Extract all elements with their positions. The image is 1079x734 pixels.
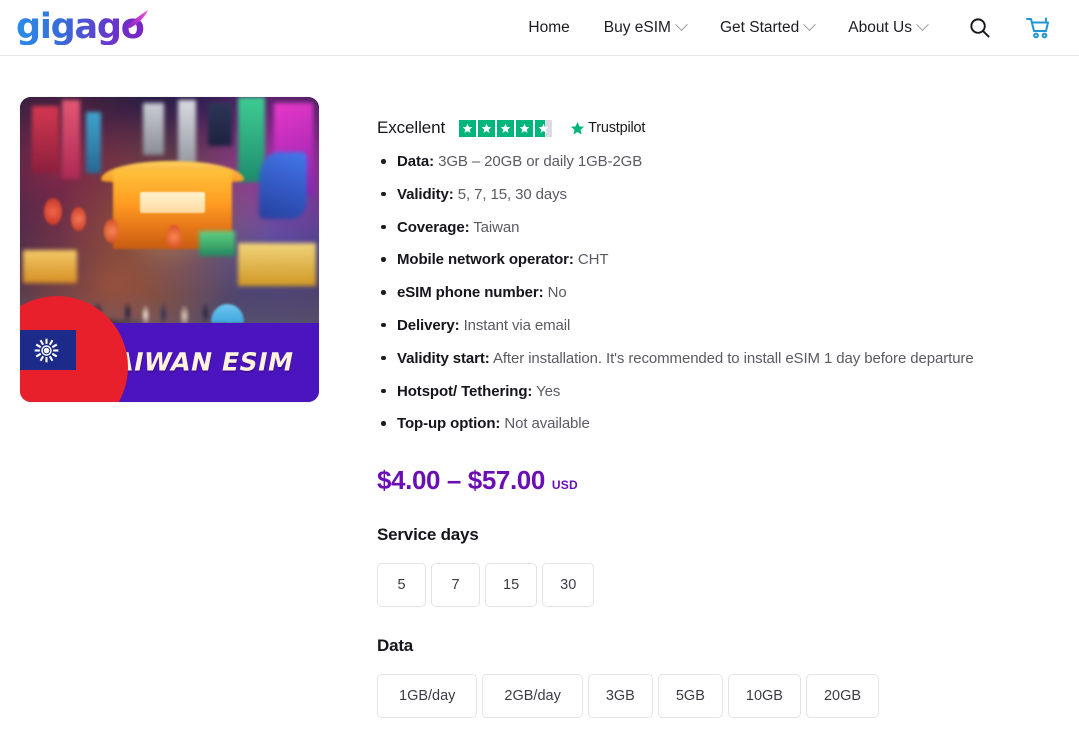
street-sign [85, 112, 101, 174]
product-image[interactable]: TAIWAN ESIM [20, 97, 319, 402]
spec-value: 3GB – 20GB or daily 1GB-2GB [438, 153, 643, 170]
nav-item-buy-esim[interactable]: Buy eSIM [587, 11, 703, 45]
spec-value: No [547, 284, 567, 302]
service-days-title: Service days [377, 525, 479, 545]
main-navigation: Home Buy eSIM Get Started About Us [511, 10, 1061, 46]
search-button[interactable] [958, 10, 1001, 45]
lantern [70, 206, 86, 232]
list-item: Hotspot/ Tethering: Yes [377, 382, 1059, 402]
spec-value: Instant via email [463, 316, 571, 334]
data-plan-option[interactable]: 10GB [727, 674, 801, 719]
star-icon [481, 123, 492, 133]
star-icon [538, 123, 549, 133]
nav-item-get-started[interactable]: Get Started [703, 11, 831, 45]
service-day-option[interactable]: 5 [377, 563, 426, 608]
nav-item-home[interactable]: Home [511, 11, 586, 45]
list-item: Top-up option: Not available [377, 414, 1059, 434]
product-page: TAIWAN ESIM Excellent Trustpilot Data: 3… [0, 56, 1079, 733]
spec-label: Delivery: [397, 316, 460, 334]
product-price: $4.00 – $57.00 USD [377, 465, 1059, 496]
logo-text: gigago [16, 7, 145, 47]
star-icon [500, 123, 511, 133]
shop-front [199, 231, 236, 256]
star-partial [535, 119, 553, 137]
nav-label: About Us [848, 18, 912, 36]
shopping-cart-icon [1026, 17, 1049, 38]
chevron-down-icon [916, 18, 929, 32]
rating-word: Excellent [377, 118, 446, 137]
spec-label: eSIM phone number: [397, 284, 544, 302]
spec-label: Top-up option: [397, 415, 501, 433]
nav-item-about-us[interactable]: About Us [831, 11, 944, 45]
list-item: Data: 3GB – 20GB or daily 1GB-2GB [377, 152, 1059, 172]
service-days-options: 5 7 15 30 [377, 563, 1059, 608]
trustpilot-logo[interactable]: Trustpilot [570, 120, 645, 136]
lantern [43, 197, 62, 226]
spec-label: Hotspot/ Tethering: [397, 382, 533, 400]
list-item: Validity start: After installation. It's… [377, 349, 1059, 369]
spec-label: Coverage: [397, 218, 470, 236]
street-sign [178, 100, 197, 165]
street-sign [208, 103, 233, 146]
spec-value: After installation. It's recommended to … [492, 349, 974, 367]
data-plan-option[interactable]: 3GB [587, 674, 653, 719]
spec-value: 5, 7, 15, 30 days [457, 185, 567, 203]
nav-label: Get Started [719, 18, 800, 36]
rating-stars [459, 119, 553, 137]
data-plan-option[interactable]: 1GB/day [377, 674, 478, 719]
trustpilot-name: Trustpilot [588, 120, 646, 136]
product-specs-list: Data: 3GB – 20GB or daily 1GB-2GB Validi… [377, 152, 1059, 434]
taiwan-sun-icon [34, 338, 59, 363]
chevron-down-icon [675, 18, 688, 32]
trustpilot-rating[interactable]: Excellent Trustpilot [377, 118, 1059, 138]
spec-value: Yes [536, 382, 561, 400]
list-item: eSIM phone number: No [377, 283, 1059, 303]
star-icon [462, 123, 473, 133]
nav-label: Home [528, 18, 570, 36]
lantern [103, 219, 119, 244]
spec-value: Not available [504, 415, 590, 433]
site-header: gigago Home Buy eSIM Get Started About U… [0, 0, 1079, 56]
trustpilot-star-icon [571, 121, 585, 134]
list-item: Coverage: Taiwan [377, 218, 1059, 238]
spec-label: Mobile network operator: [397, 251, 574, 269]
price-currency: USD [551, 478, 578, 493]
spec-label: Validity start: [397, 349, 490, 367]
data-plan-option[interactable]: 2GB/day [482, 674, 583, 719]
data-plan-options: 1GB/day 2GB/day 3GB 5GB 10GB 20GB [377, 674, 1059, 719]
star-filled [497, 119, 515, 137]
price-range: $4.00 – $57.00 [377, 465, 545, 496]
star-filled [516, 119, 534, 137]
street-sign [142, 103, 164, 155]
cart-button[interactable] [1015, 10, 1061, 46]
star-filled [459, 119, 477, 137]
list-item: Mobile network operator: CHT [377, 250, 1059, 270]
spec-label: Validity: [397, 185, 454, 203]
nav-label: Buy eSIM [603, 18, 671, 36]
product-gallery: TAIWAN ESIM [0, 56, 370, 733]
product-details: Excellent Trustpilot Data: 3GB – 20GB or… [370, 56, 1079, 733]
service-day-option[interactable]: 15 [485, 563, 538, 608]
service-day-option[interactable]: 7 [431, 563, 480, 608]
spec-value: Taiwan [473, 218, 520, 236]
temple-gate-sign [139, 191, 206, 213]
chevron-down-icon [803, 18, 817, 32]
star-icon [519, 123, 530, 133]
list-item: Delivery: Instant via email [377, 316, 1059, 336]
street-sign [31, 106, 59, 174]
service-day-option[interactable]: 30 [542, 563, 595, 608]
spec-label: Data: [397, 153, 435, 170]
site-logo[interactable]: gigago [16, 7, 148, 48]
spec-value: CHT [577, 251, 609, 269]
data-plan-option[interactable]: 5GB [657, 674, 723, 719]
street-sign [61, 100, 80, 180]
search-icon [970, 18, 990, 38]
data-plan-option[interactable]: 20GB [805, 674, 880, 719]
star-filled [478, 119, 496, 137]
list-item: Validity: 5, 7, 15, 30 days [377, 185, 1059, 205]
data-plans-title: Data [377, 636, 414, 656]
street-sign [259, 151, 308, 219]
